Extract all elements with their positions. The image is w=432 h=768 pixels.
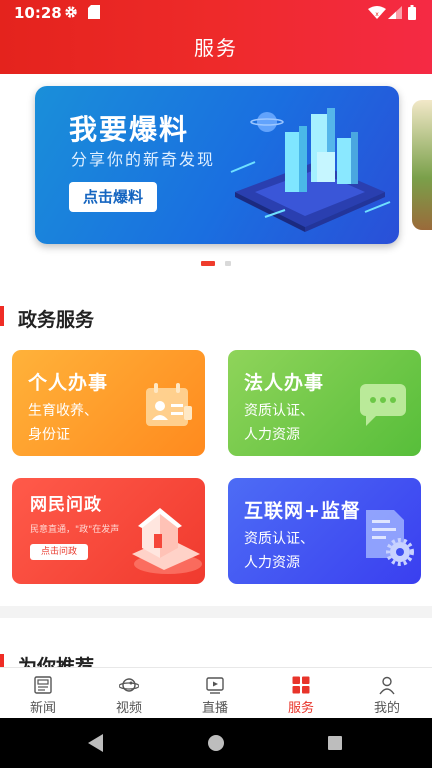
chat-bubble-icon (360, 384, 406, 426)
carousel-dot (225, 261, 231, 266)
service-card-personal[interactable]: 个人办事 生育收养、 身份证 (12, 350, 205, 456)
home-icon[interactable] (208, 735, 224, 751)
service-card-slogan: 民意直通，"政"在发声 (30, 525, 120, 535)
battery-icon (408, 5, 416, 20)
section-accent-bar (0, 306, 4, 326)
live-tv-icon (206, 677, 224, 694)
nav-label: 新闻 (29, 701, 56, 716)
service-card-line: 资质认证、 (244, 403, 314, 419)
bottom-navigation: 新闻 视频 直播 服务 我的 (0, 667, 432, 718)
id-card-icon (146, 383, 192, 426)
city-chip-illustration (230, 108, 391, 232)
profile-icon (379, 676, 395, 695)
svg-text:x: x (375, 11, 379, 18)
banner-report-button[interactable]: 点击爆料 (69, 182, 157, 212)
back-icon[interactable] (88, 734, 104, 752)
nav-label: 直播 (201, 701, 228, 716)
recent-apps-icon[interactable] (328, 736, 342, 750)
banner-slide-report[interactable]: 我要爆料 分享你的新奇发现 点击爆料 (35, 86, 399, 244)
section-divider (0, 606, 432, 618)
carousel-dot-active (201, 261, 215, 266)
service-card-netizen-inquiry[interactable]: 网民问政 民意直通，"政"在发声 点击问政 (12, 478, 205, 584)
nav-item-live[interactable]: 直播 (172, 668, 258, 719)
video-planet-icon (119, 678, 139, 692)
settings-gear-icon (65, 6, 77, 18)
nav-label: 视频 (115, 701, 142, 716)
nav-label: 服务 (287, 701, 314, 716)
section-title-government: 政务服务 (18, 309, 95, 331)
service-card-line: 资质认证、 (244, 531, 314, 547)
building-icon (132, 508, 202, 574)
service-card-title: 网民问政 (30, 495, 102, 515)
service-card-line: 生育收养、 (28, 403, 98, 419)
service-card-line: 身份证 (28, 427, 70, 443)
sd-card-icon (88, 5, 100, 19)
service-card-title: 互联网+监督 (244, 500, 361, 522)
service-inquiry-button[interactable]: 点击问政 (30, 544, 88, 560)
service-card-internet-supervision[interactable]: 互联网+监督 资质认证、 人力资源 (228, 478, 421, 584)
app-header: 10:28 x 服务 (0, 0, 432, 74)
service-card-line: 人力资源 (244, 427, 300, 443)
banner-next-slide-peek[interactable] (412, 100, 432, 230)
document-gear-icon (366, 510, 414, 566)
system-navigation-bar (0, 718, 432, 768)
service-card-line: 人力资源 (244, 555, 300, 571)
nav-item-news[interactable]: 新闻 (0, 668, 86, 719)
service-card-title: 个人办事 (28, 372, 109, 394)
status-bar: 10:28 x (0, 0, 432, 26)
wifi-icon: x (368, 6, 386, 19)
nav-item-profile[interactable]: 我的 (344, 668, 430, 719)
nav-label: 我的 (373, 701, 400, 716)
service-card-title: 法人办事 (244, 372, 325, 394)
service-grid-icon (292, 676, 310, 694)
nav-item-service[interactable]: 服务 (258, 668, 344, 719)
signal-icon (388, 6, 402, 19)
status-time: 10:28 (14, 4, 62, 22)
banner-title: 我要爆料 (69, 113, 190, 146)
page-title: 服务 (194, 36, 238, 60)
banner-subtitle: 分享你的新奇发现 (71, 150, 216, 169)
service-card-corporate[interactable]: 法人办事 资质认证、 人力资源 (228, 350, 421, 456)
news-icon (34, 676, 52, 694)
nav-item-video[interactable]: 视频 (86, 668, 172, 719)
